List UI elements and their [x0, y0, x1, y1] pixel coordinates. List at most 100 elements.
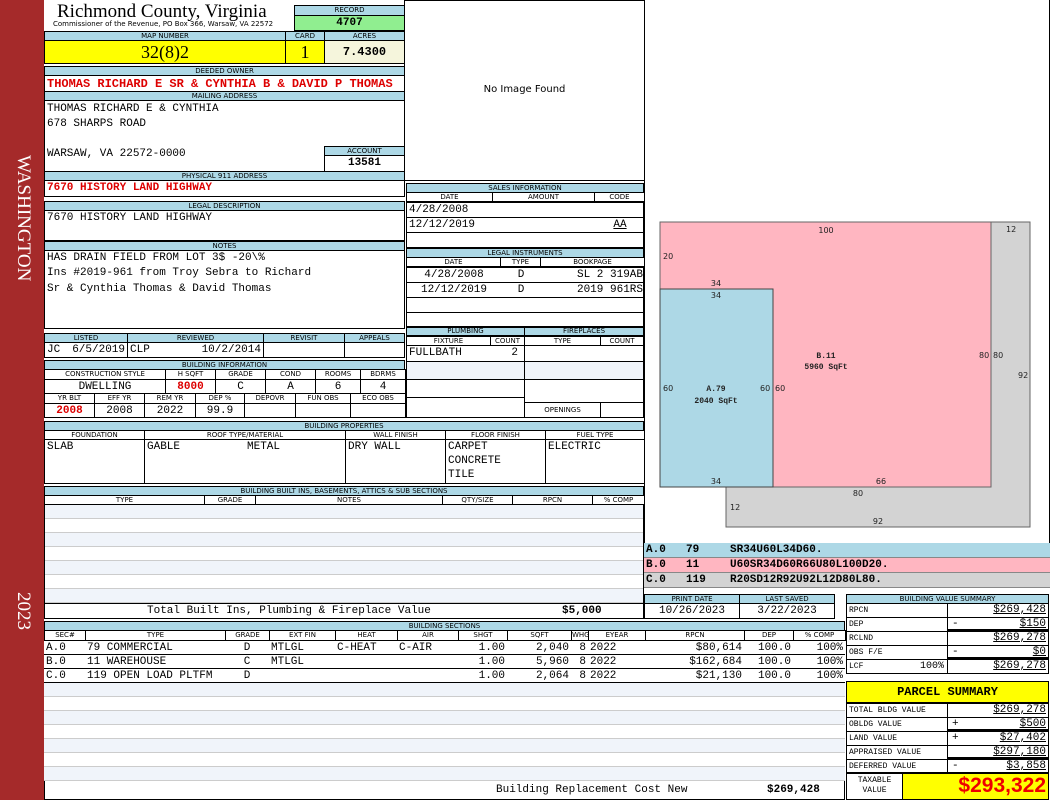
section-cell: 2022 — [590, 642, 617, 654]
sketch-b-label: B.11 — [816, 352, 835, 361]
section-col-header: EYEAR — [588, 630, 646, 641]
sales-cell: 12/12/2019 — [409, 219, 476, 231]
section-cell: 100.0 — [757, 642, 791, 654]
revisit-value — [263, 342, 345, 358]
section-col-header: DEP — [744, 630, 794, 641]
section-cell — [335, 655, 397, 669]
dim-a-top-in: 34 — [711, 291, 721, 300]
parcel_summary-amount: $27,402 — [999, 732, 1046, 744]
section-cell: C — [243, 656, 251, 668]
fixture-name: FULLBATH — [409, 347, 462, 359]
dim-b-left: 20 — [663, 252, 673, 261]
physical-address: 7670 HISTORY LAND HIGHWAY — [44, 180, 405, 197]
section-cell: C-HEAT — [337, 642, 377, 654]
section-row — [44, 739, 845, 753]
value_summary-row-label: RCLND — [846, 631, 948, 646]
sketch-code-path: R20SD12R92U92L12D80L80. — [730, 574, 882, 586]
legal-description: 7670 HISTORY LAND HIGHWAY — [44, 210, 405, 241]
section-cell: 79 COMMERCIAL — [87, 642, 173, 654]
sales-cell — [493, 218, 595, 232]
section-cell: 100% — [816, 670, 843, 682]
instruments-cell: 12/12/2019 — [420, 284, 487, 296]
tax-year: 2023 — [13, 592, 34, 630]
parcel_summary-operator: + — [952, 732, 959, 744]
section-col-header: TYPE — [85, 630, 226, 641]
section-col-header: HEAT — [335, 630, 398, 641]
parcel_summary-label: APPRAISED VALUE — [849, 748, 922, 757]
building-info-value: 2022 — [144, 403, 196, 418]
property-cell: ELECTRIC — [545, 439, 645, 484]
built-ins-empty-row — [45, 561, 643, 575]
value_summary-row-value: - $150 — [947, 617, 1049, 632]
taxable-value-label: TAXABLE VALUE — [846, 772, 903, 800]
section-cell: A.0 — [46, 642, 66, 654]
building-info-value: 4 — [360, 379, 406, 394]
section-cell: $80,614 — [695, 642, 742, 654]
notes-line-2: Ins #2019-961 from Troy Sebra to Richard — [47, 267, 312, 279]
section-cell — [269, 669, 335, 683]
section-cell: $21,130 — [695, 670, 742, 682]
instruments-cell: SL 2 319AB — [576, 269, 643, 281]
instruments-col-header: DATE — [406, 257, 501, 267]
building-info-value: C — [215, 379, 266, 394]
instruments-cell: 4/28/2008 — [424, 269, 484, 281]
value_summary-row-value: $269,278 — [947, 631, 1049, 646]
listed-by: JC — [47, 344, 61, 356]
listed-date: 6/5/2019 — [72, 344, 125, 356]
parcel_summary-row-value: - $3,858 — [947, 759, 1049, 774]
parcel_summary-operator: + — [952, 718, 959, 730]
fireplaces-table: OPENINGS — [524, 345, 644, 418]
openings-label: OPENINGS — [525, 403, 601, 417]
section-cell — [397, 669, 458, 683]
section-cell: 119 OPEN LOAD PLTFM — [87, 670, 213, 682]
lcf-percent: 100% — [919, 661, 944, 672]
building-info-value: A — [265, 379, 316, 394]
section-cell: B.0 — [46, 656, 66, 668]
instruments-row: 4/28/2008 D SL 2 319AB — [406, 267, 644, 283]
commissioner-address: Commissioner of the Revenue, PO Box 366,… — [53, 20, 274, 28]
instruments-cell: D — [517, 284, 525, 296]
parcel_summary-row-label: LAND VALUE — [846, 731, 948, 746]
parcel_summary-label: DEFERRED VALUE — [849, 762, 917, 771]
section-cell: 1.00 — [478, 656, 505, 668]
account-number: 13581 — [324, 155, 405, 172]
building-info-value: DWELLING — [44, 379, 166, 394]
dim-c-right: 92 — [1018, 371, 1028, 380]
dim-b-bottom: 66 — [876, 477, 886, 486]
taxable-label-line1: TAXABLE — [857, 776, 892, 785]
sketch-code-path: SR34U60L34D60. — [730, 544, 823, 556]
value_summary-row-label: RPCN — [846, 603, 948, 618]
section-cell: C-AIR — [399, 642, 433, 654]
building-info-value — [295, 403, 351, 418]
parcel_summary-row-value: $297,180 — [947, 745, 1049, 760]
sketch-code-row: A.0 79 SR34U60L34D60. — [644, 543, 1050, 558]
parcel_summary-operator: - — [952, 760, 959, 772]
parcel_summary-label: OBLDG VALUE — [849, 720, 902, 729]
replacement-cost-value: $269,428 — [767, 784, 820, 796]
built-ins-empty-row — [45, 533, 643, 547]
sketch-code-path: U60SR34D60R66U80L100D20. — [730, 559, 889, 571]
value_summary-amount: $269,278 — [993, 660, 1046, 672]
mailing-line-1: THOMAS RICHARD E & CYNTHIA — [47, 103, 219, 115]
dim-a-top-out: 34 — [711, 279, 721, 288]
section-cell: 8 — [579, 642, 586, 654]
parcel_summary-row-label: DEFERRED VALUE — [846, 759, 948, 774]
section-cell: 2022 — [590, 670, 617, 682]
section-cell: D — [243, 642, 251, 654]
roof-material-value: METAL — [247, 441, 281, 453]
value_summary-label: RPCN — [849, 606, 869, 615]
notes-line-1: HAS DRAIN FIELD FROM LOT 3$ -20\% — [47, 252, 265, 264]
section-row — [44, 767, 845, 781]
built-ins-empty-row — [45, 589, 643, 603]
section-cell: 100% — [816, 656, 843, 668]
building-sketch: 100 20 34 34 60 60 60 80 80 92 12 34 66 … — [659, 221, 1031, 528]
district-sidebar: WASHINGTON 2023 — [0, 0, 44, 800]
dim-c-bottom: 92 — [873, 517, 883, 526]
section-cell: D — [243, 670, 251, 682]
parcel_summary-label: TOTAL BLDG VALUE — [849, 706, 926, 715]
dim-c-left: 12 — [730, 503, 740, 512]
dim-c-inner-bottom: 80 — [853, 489, 863, 498]
built-ins-empty-row — [45, 575, 643, 589]
value_summary-row-label: OBS F/E — [846, 645, 948, 660]
built-ins-total-value: $5,000 — [562, 605, 602, 617]
